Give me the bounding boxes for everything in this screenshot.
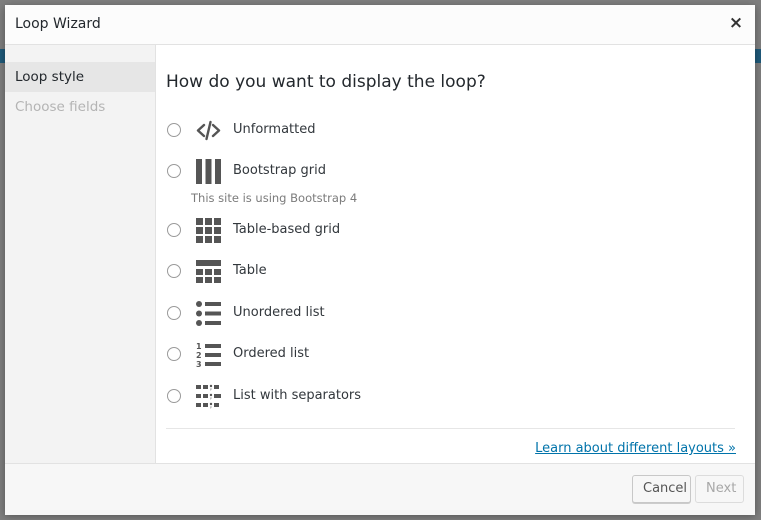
svg-text:2: 2 xyxy=(196,351,202,360)
option-label: Bootstrap grid xyxy=(233,163,326,178)
option-label: Ordered list xyxy=(233,346,310,361)
wizard-sidebar: Loop style Choose fields xyxy=(5,45,156,463)
grid-icon xyxy=(196,218,221,243)
radio-table-based-grid[interactable] xyxy=(167,223,181,237)
cancel-button[interactable]: Cancel xyxy=(632,475,691,503)
option-label: Table-based grid xyxy=(233,222,341,237)
option-unordered-list[interactable]: Unordered list xyxy=(166,300,566,328)
option-label: Table xyxy=(233,263,267,278)
close-button[interactable]: × xyxy=(726,13,746,33)
option-ordered-list[interactable]: 1 2 3 Ordered list xyxy=(166,341,566,369)
question-heading: How do you want to display the loop? xyxy=(166,72,486,92)
svg-text:3: 3 xyxy=(196,360,202,368)
option-table[interactable]: Table xyxy=(166,258,566,286)
option-unformatted[interactable]: Unformatted xyxy=(166,117,566,145)
radio-list-with-separators[interactable] xyxy=(167,389,181,403)
option-list-with-separators[interactable]: List with separators xyxy=(166,383,566,411)
radio-unformatted[interactable] xyxy=(167,123,181,137)
option-table-based-grid[interactable]: Table-based grid xyxy=(166,217,566,245)
wizard-content: How do you want to display the loop? Unf… xyxy=(166,45,736,463)
bootstrap-version-note: This site is using Bootstrap 4 xyxy=(191,191,358,205)
option-label: List with separators xyxy=(233,388,362,403)
option-bootstrap-grid[interactable]: Bootstrap grid xyxy=(166,158,566,186)
separated-list-icon xyxy=(196,384,221,409)
content-divider xyxy=(166,428,735,429)
radio-table[interactable] xyxy=(167,264,181,278)
columns-icon xyxy=(196,159,221,184)
option-label: Unordered list xyxy=(233,305,325,320)
close-icon: × xyxy=(728,13,744,33)
code-icon xyxy=(196,120,221,141)
table-icon xyxy=(196,260,221,283)
bulleted-list-icon xyxy=(196,301,221,326)
numbered-list-icon: 1 2 3 xyxy=(196,342,221,368)
dialog-header: Loop Wizard × xyxy=(5,5,755,45)
learn-layouts-link[interactable]: Learn about different layouts » xyxy=(535,441,736,456)
svg-text:1: 1 xyxy=(196,342,202,351)
radio-bootstrap-grid[interactable] xyxy=(167,164,181,178)
loop-wizard-dialog: Loop Wizard × Loop style Choose fields H… xyxy=(5,5,755,515)
dialog-title: Loop Wizard xyxy=(15,16,101,32)
radio-unordered-list[interactable] xyxy=(167,306,181,320)
next-button[interactable]: Next xyxy=(695,475,744,503)
sidebar-item-choose-fields: Choose fields xyxy=(15,99,106,115)
dialog-footer: Cancel Next xyxy=(5,463,755,515)
option-label: Unformatted xyxy=(233,122,316,137)
radio-ordered-list[interactable] xyxy=(167,347,181,361)
sidebar-item-loop-style[interactable]: Loop style xyxy=(5,62,155,92)
